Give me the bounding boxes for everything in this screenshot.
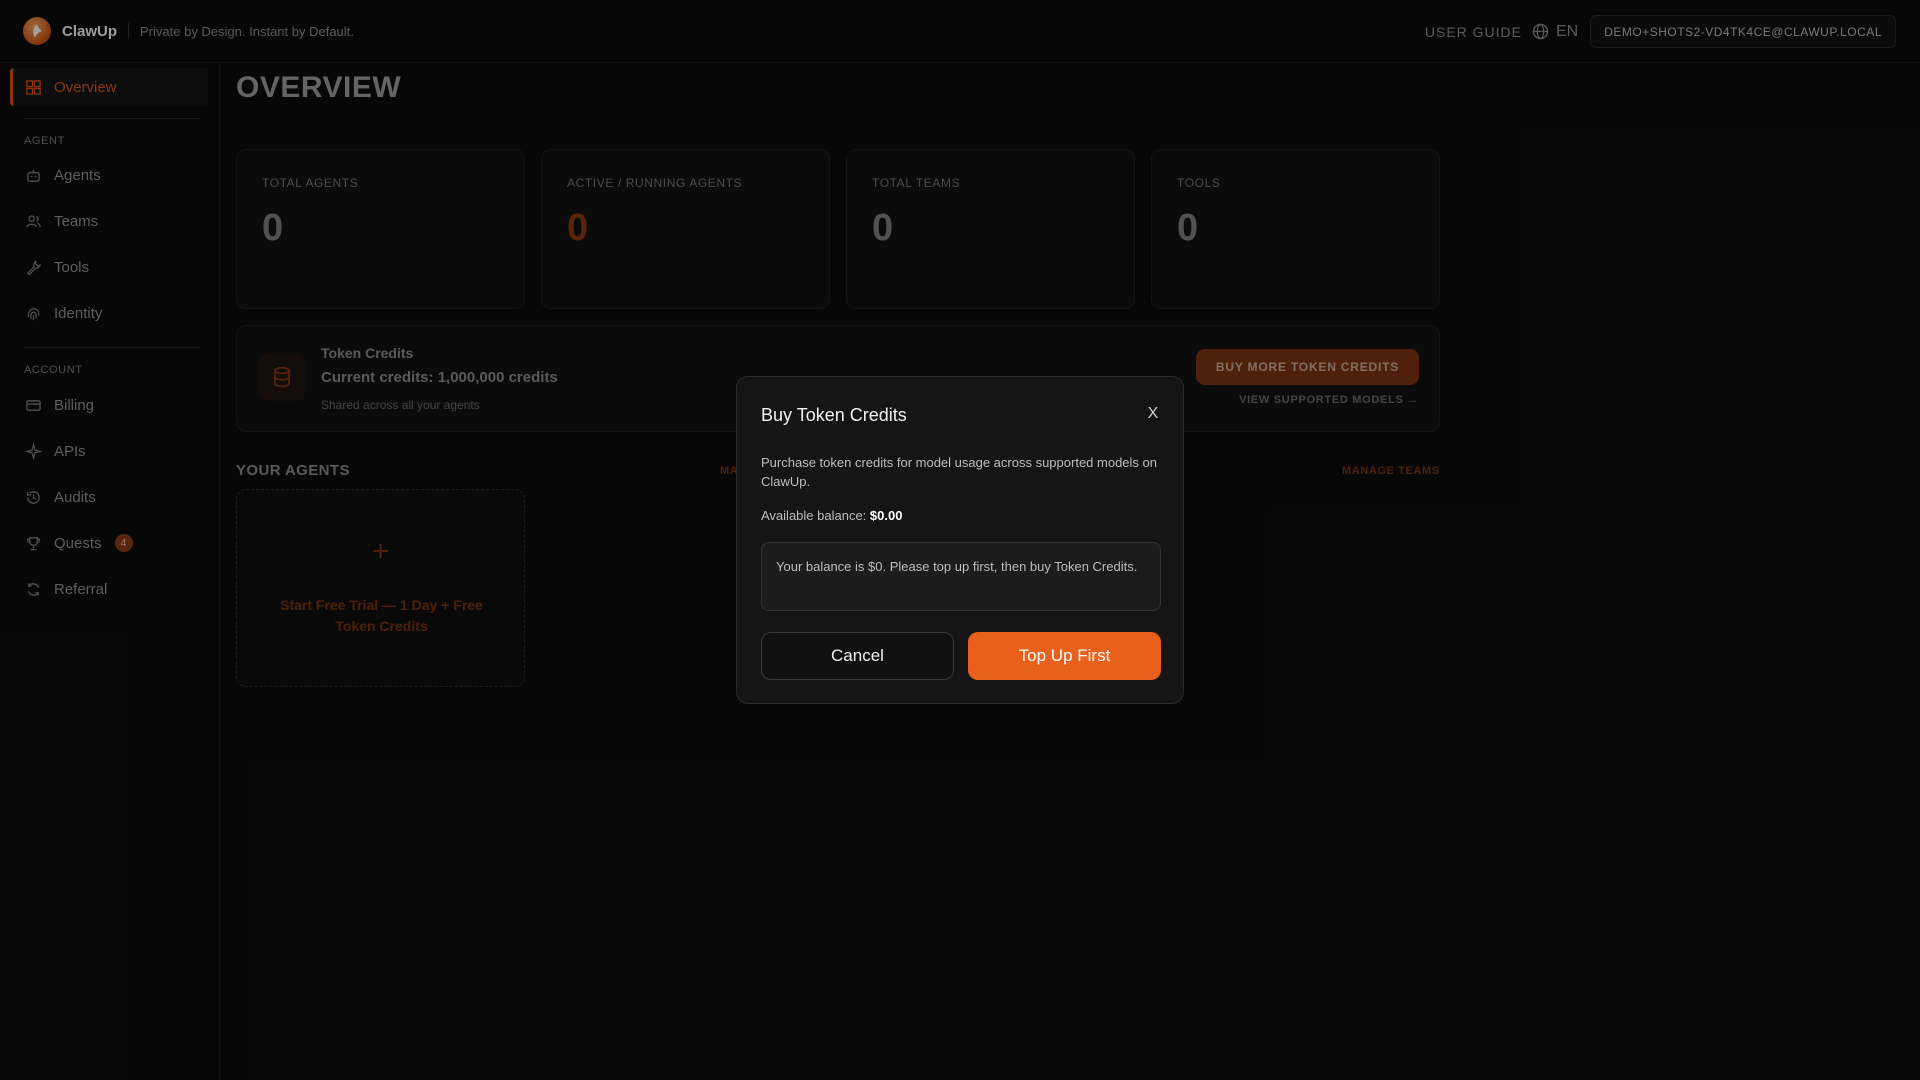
balance-notice: Your balance is $0. Please top up first,… — [761, 542, 1161, 611]
cancel-button[interactable]: Cancel — [761, 632, 954, 680]
close-button[interactable]: X — [1145, 405, 1161, 423]
dialog-title: Buy Token Credits — [761, 405, 907, 425]
available-balance: Available balance: $0.00 — [761, 508, 902, 523]
top-up-first-button[interactable]: Top Up First — [968, 632, 1161, 680]
balance-label: Available balance: — [761, 508, 867, 523]
balance-value: $0.00 — [869, 508, 903, 523]
dialog-description: Purchase token credits for model usage a… — [761, 455, 1157, 489]
buy-token-credits-dialog: Buy Token Credits X Purchase token credi… — [736, 376, 1184, 704]
